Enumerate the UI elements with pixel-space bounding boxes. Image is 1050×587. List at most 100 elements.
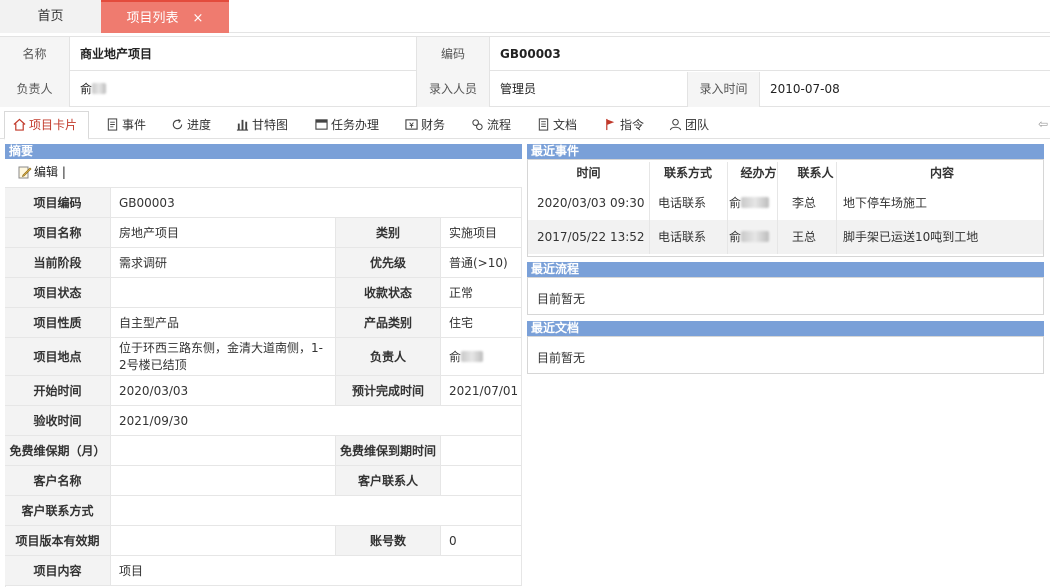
top-tab-bar: 首页 项目列表 ×: [0, 0, 1050, 33]
edit-button[interactable]: 编辑 |: [18, 165, 66, 179]
tab-project-list[interactable]: 项目列表 ×: [101, 0, 229, 33]
column-header: 联系人: [790, 162, 841, 185]
owner-label: 负责人: [0, 72, 70, 107]
event-contact: 王总: [792, 230, 817, 244]
detail-label: 当前阶段: [5, 248, 111, 277]
detail-row: 当前阶段 需求调研 优先级 普通(>10): [5, 248, 522, 278]
entry-person-label: 录入人员: [417, 72, 490, 107]
subtab-flow[interactable]: 流程: [471, 112, 511, 139]
home-icon: [13, 118, 26, 131]
detail-label: 开始时间: [5, 376, 111, 405]
subtab-team[interactable]: 团队: [669, 112, 709, 139]
detail-label: 负责人: [336, 338, 441, 375]
redacted-mark: [741, 231, 770, 242]
detail-label: 客户联系人: [336, 466, 441, 495]
subtab-label: 项目卡片: [29, 118, 78, 132]
detail-label: 客户名称: [5, 466, 111, 495]
event-time: 2020/03/03 09:30: [537, 196, 645, 210]
detail-value: 正常: [441, 278, 522, 307]
event-handler-text: 俞: [729, 196, 742, 210]
edit-label: 编辑 |: [34, 165, 66, 179]
detail-label: 客户联系方式: [5, 496, 111, 525]
detail-value: 2021/07/01: [441, 376, 522, 405]
events-header: 最近事件: [527, 144, 1044, 159]
header-row-1: 名称 商业地产项目 编码 GB00003: [0, 36, 1050, 72]
sub-tab-bar: 项目卡片 事件 进度 甘特图 任务办理 财务 流程 文档 指令 团队 ⇦: [0, 109, 1050, 140]
detail-value: 项目: [111, 556, 522, 585]
event-handler: 俞: [729, 186, 789, 220]
detail-label: 验收时间: [5, 406, 111, 435]
name-label: 名称: [0, 37, 70, 72]
flows-header: 最近流程: [527, 262, 1044, 277]
subtab-label: 指令: [620, 118, 645, 132]
owner-value-text: 俞: [80, 82, 93, 96]
detail-row: 客户名称 客户联系人: [5, 466, 522, 496]
detail-row: 客户联系方式: [5, 496, 522, 526]
subtab-docs[interactable]: 文档: [537, 112, 577, 139]
summary-toolbar: 编辑 |: [18, 162, 66, 182]
close-icon[interactable]: ×: [193, 11, 204, 26]
table-row[interactable]: 2017/05/22 13:52 电话联系 俞 王总 脚手架已运送10吨到工地: [528, 220, 1043, 254]
column-divider: [836, 162, 837, 254]
entry-time-value: 2010-07-08: [770, 82, 840, 96]
flows-panel: [527, 277, 1044, 315]
detail-row: 项目状态 收款状态 正常: [5, 278, 522, 308]
detail-value: 2020/03/03: [111, 376, 336, 405]
subtab-tasks[interactable]: 任务办理: [315, 112, 379, 139]
column-header: 时间: [528, 162, 649, 185]
event-content: 地下停车场施工: [843, 196, 928, 210]
event-handler: 俞: [729, 220, 789, 254]
event-content: 脚手架已运送10吨到工地: [843, 230, 979, 244]
detail-label: 收款状态: [336, 278, 441, 307]
table-row[interactable]: 2020/03/03 09:30 电话联系 俞 李总 地下停车场施工: [528, 186, 1043, 220]
scroll-left-icon[interactable]: ⇦: [1038, 117, 1048, 131]
event-contact: 李总: [792, 196, 817, 210]
refresh-icon: [172, 118, 183, 130]
subtab-commands[interactable]: 指令: [604, 112, 644, 139]
column-divider: [777, 162, 778, 254]
detail-value: 2021/09/30: [111, 406, 522, 435]
detail-value: 房地产项目: [111, 218, 336, 247]
subtab-finance[interactable]: 财务: [405, 112, 445, 139]
flow-icon: [472, 119, 483, 131]
entry-person-value: 管理员: [490, 72, 688, 107]
detail-value: [111, 496, 522, 525]
detail-label: 项目版本有效期: [5, 526, 111, 555]
subtab-events[interactable]: 事件: [106, 112, 146, 139]
detail-value: 需求调研: [111, 248, 336, 277]
detail-value: 普通(>10): [441, 248, 522, 277]
detail-row: 项目内容 项目: [5, 556, 522, 586]
detail-label: 预计完成时间: [336, 376, 441, 405]
event-method: 电话联系: [658, 230, 707, 244]
detail-label: 项目内容: [5, 556, 111, 585]
edit-icon: [18, 166, 32, 179]
detail-label: 账号数: [336, 526, 441, 555]
detail-label: 类别: [336, 218, 441, 247]
docs-panel: [527, 336, 1044, 374]
detail-value: [441, 436, 522, 465]
detail-value: [111, 466, 336, 495]
detail-row: 项目性质 自主型产品 产品类别 住宅: [5, 308, 522, 338]
subtab-label: 财务: [421, 118, 446, 132]
detail-row: 验收时间 2021/09/30: [5, 406, 522, 436]
detail-value: 实施项目: [441, 218, 522, 247]
subtab-label: 流程: [487, 118, 512, 132]
detail-row: 免费维保期（月） 免费维保到期时间: [5, 436, 522, 466]
detail-value: 俞: [441, 338, 522, 375]
column-divider: [727, 162, 728, 254]
detail-label: 项目性质: [5, 308, 111, 337]
tab-project-list-label: 项目列表: [126, 11, 179, 26]
detail-row: 项目名称 房地产项目 类别 实施项目: [5, 218, 522, 248]
subtab-label: 任务办理: [331, 118, 380, 132]
subtab-label: 进度: [187, 118, 212, 132]
events-table-header: 时间 联系方式 经办方 联系人 内容: [528, 162, 1043, 185]
column-divider: [649, 162, 650, 254]
header-row-2: 负责人 俞 录入人员 管理员 录入时间 2010-07-08: [0, 72, 1050, 107]
docs-empty-text: 目前暂无: [537, 351, 586, 365]
subtab-project-card[interactable]: 项目卡片: [4, 111, 89, 140]
subtab-label: 团队: [685, 118, 710, 132]
detail-row: 开始时间 2020/03/03 预计完成时间 2021/07/01: [5, 376, 522, 406]
subtab-progress[interactable]: 进度: [171, 112, 211, 139]
detail-value: GB00003: [111, 188, 522, 217]
subtab-gantt[interactable]: 甘特图: [236, 112, 288, 139]
